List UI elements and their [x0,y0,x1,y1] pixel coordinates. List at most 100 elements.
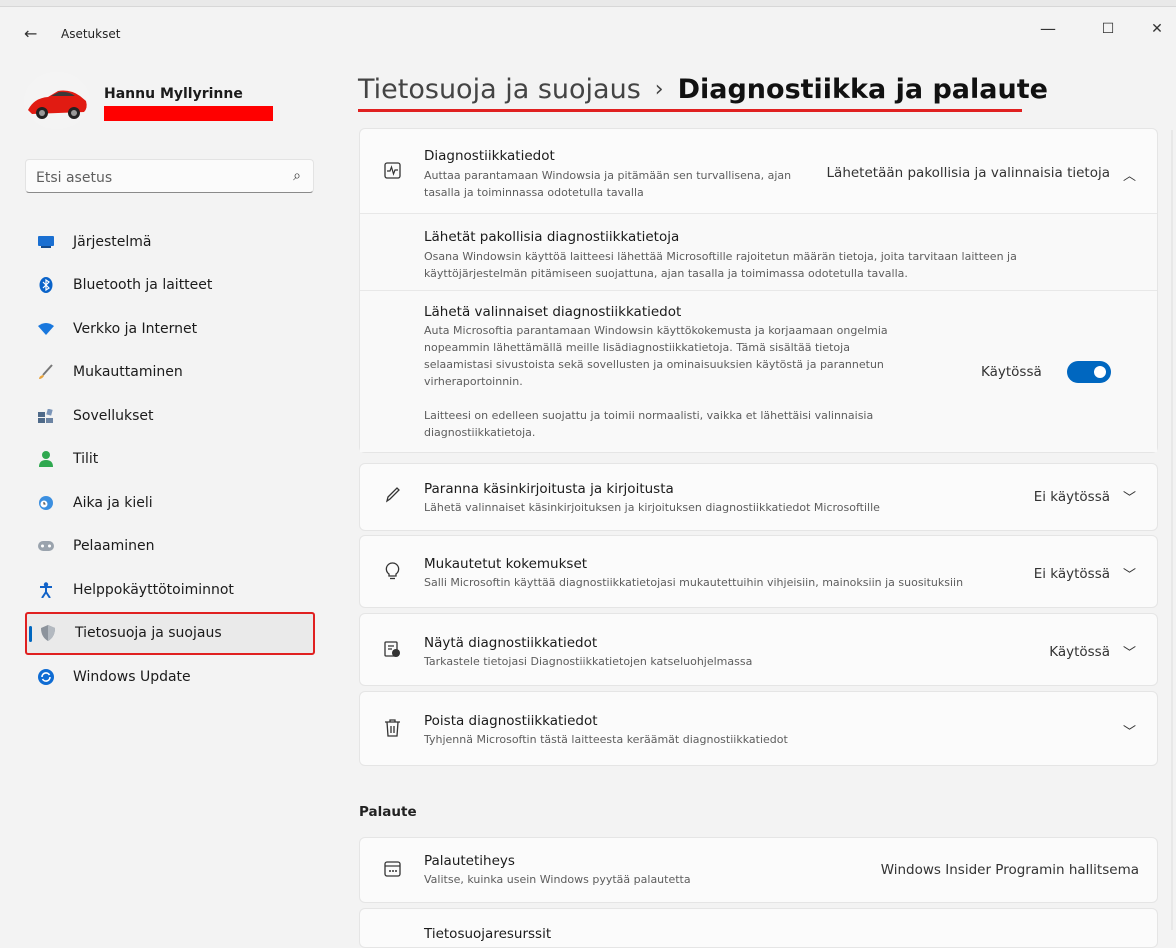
privacy-resources-title: Tietosuojaresurssit [424,926,552,942]
feedback-section-heading: Palaute [359,804,417,820]
required-data-desc-line2: käyttöjärjestelmän pitämiseen suojattuna… [424,267,908,280]
sidebar-item-label: Tilit [73,451,99,468]
optional-data-desc-line4: virheraportoinnin. [424,375,523,388]
handwriting-state: Ei käytössä [1033,489,1110,505]
search-placeholder: Etsi asetus [36,170,113,186]
chevron-down-icon[interactable]: ﹀ [1123,564,1136,583]
page-title: Diagnostiikka ja palaute [677,74,1048,105]
viewer-state: Käytössä [1049,644,1110,660]
tailored-title: Mukautetut kokemukset [424,556,588,572]
sidebar-item-network[interactable]: Verkko ja Internet [25,307,315,351]
windows-update-icon [38,668,54,685]
app-title: Asetukset [61,27,121,41]
scrollbar[interactable] [1171,130,1173,930]
optional-data-note-line2: diagnostiikkatietoja. [424,426,536,439]
sidebar-item-bluetooth[interactable]: Bluetooth ja laitteet [25,264,315,308]
diagnostic-data-title: Diagnostiikkatiedot [424,148,555,164]
activity-icon [384,162,401,184]
viewer-desc: Tarkastele tietojasi Diagnostiikkatietoj… [424,655,753,668]
diagnostic-data-state: Lähetetään pakollisia ja valinnaisia tie… [826,165,1110,181]
breadcrumb: Tietosuoja ja suojaus › Diagnostiikka ja p… [358,74,1048,105]
required-data-title: Lähetät pakollisia diagnostiikkatietoja [424,229,680,245]
trash-icon [384,719,401,742]
optional-data-desc-line3: selaamistasi sivustoista sekä sovelluste… [424,358,884,371]
sidebar-item-privacy-security[interactable]: Tietosuoja ja suojaus [25,611,315,655]
handwriting-title: Paranna käsinkirjoitusta ja kirjoitusta [424,481,674,497]
accessibility-icon [38,582,54,598]
optional-data-desc-line2: nopeammin lähettämällä meille lisädiagno… [424,341,850,354]
sidebar-item-accessibility[interactable]: Helppokäyttötoiminnot [25,568,315,612]
calendar-icon [384,860,401,882]
feedback-frequency-state: Windows Insider Programin hallitsema [880,862,1139,878]
privacy-resources-card[interactable]: Tietosuojaresurssit [359,908,1158,948]
shield-icon [40,625,56,642]
handwriting-card[interactable]: Paranna käsinkirjoitusta ja kirjoitusta … [359,463,1158,531]
sidebar-item-accounts[interactable]: Tilit [25,438,315,482]
delete-desc: Tyhjennä Microsoftin tästä laitteesta ke… [424,733,788,746]
title-underline-annotation [358,109,1022,112]
sidebar-item-system[interactable]: Järjestelmä [25,220,315,264]
optional-data-desc-line1: Auta Microsoftia parantamaan Windowsin k… [424,324,888,337]
sidebar-item-label: Pelaaminen [73,538,155,555]
apps-icon [38,408,54,424]
breadcrumb-parent[interactable]: Tietosuoja ja suojaus [358,74,641,105]
optional-data-toggle-label: Käytössä [981,364,1042,380]
diagnostic-data-desc-line1: Auttaa parantamaan Windowsia ja pitämään… [424,169,792,182]
diagnostic-data-header[interactable]: Diagnostiikkatiedot Auttaa parantamaan W… [360,129,1157,213]
sidebar-item-label: Järjestelmä [73,233,152,250]
optional-data-toggle[interactable] [1067,361,1111,383]
feedback-frequency-card[interactable]: Palautetiheys Valitse, kuinka usein Wind… [359,837,1158,903]
chevron-down-icon[interactable]: ﹀ [1123,721,1136,740]
sidebar-item-gaming[interactable]: Pelaaminen [25,525,315,569]
tailored-desc: Salli Microsoftin käyttää diagnostiikkat… [424,576,964,589]
lightbulb-icon [384,562,401,585]
sidebar-item-personalization[interactable]: Mukauttaminen [25,351,315,395]
search-input[interactable]: Etsi asetus ⌕ [25,159,314,193]
system-icon [38,234,54,250]
tailored-state: Ei käytössä [1033,566,1110,582]
redaction-bar [104,106,273,121]
close-button[interactable]: ✕ [1140,16,1174,42]
tailored-experiences-card[interactable]: Mukautetut kokemukset Salli Microsoftin … [359,535,1158,608]
required-data-row: Lähetät pakollisia diagnostiikkatietoja … [360,214,1157,290]
sidebar-item-label: Sovellukset [73,407,154,424]
optional-data-row: Lähetä valinnaiset diagnostiikkatiedot A… [360,291,1157,452]
minimize-button[interactable]: — [1031,16,1065,42]
chevron-up-icon[interactable]: ︿ [1123,165,1136,184]
sidebar-item-label: Tietosuoja ja suojaus [75,625,222,642]
sidebar-item-time-language[interactable]: Aika ja kieli [25,481,315,525]
sidebar-item-label: Aika ja kieli [73,494,153,511]
breadcrumb-separator: › [654,77,664,102]
sidebar-item-windows-update[interactable]: Windows Update [25,655,315,699]
optional-data-title: Lähetä valinnaiset diagnostiikkatiedot [424,304,682,320]
required-data-desc-line1: Osana Windowsin käyttöä laitteesi lähett… [424,250,1017,263]
diagnostic-data-desc-line2: tasalla ja toiminnassa odotetulla tavall… [424,186,644,199]
back-arrow-icon[interactable]: ← [24,24,37,43]
handwriting-desc: Lähetä valinnaiset käsinkirjoituksen ja … [424,501,880,514]
sidebar-item-label: Helppokäyttötoiminnot [73,581,234,598]
view-diagnostic-data-card[interactable]: Näytä diagnostiikkatiedot Tarkastele tie… [359,613,1158,686]
chevron-down-icon[interactable]: ﹀ [1123,487,1136,506]
diagnostic-data-card: Diagnostiikkatiedot Auttaa parantamaan W… [359,128,1158,453]
sidebar-nav: Järjestelmä Bluetooth ja laitteet Verkko… [25,220,315,699]
account-icon [38,451,54,468]
time-language-icon [38,495,54,511]
brush-icon [38,364,54,380]
optional-data-note-line1: Laitteesi on edelleen suojattu ja toimii… [424,409,874,422]
gamepad-icon [38,538,54,554]
wifi-icon [38,321,54,337]
search-icon[interactable]: ⌕ [293,168,301,184]
maximize-button[interactable]: ☐ [1091,16,1125,42]
bluetooth-icon [38,277,54,294]
chevron-down-icon[interactable]: ﹀ [1123,642,1136,661]
viewer-title: Näytä diagnostiikkatiedot [424,635,598,651]
title-bar: ← Asetukset — ☐ ✕ [0,6,1176,56]
delete-title: Poista diagnostiikkatiedot [424,713,598,729]
delete-diagnostic-data-card[interactable]: Poista diagnostiikkatiedot Tyhjennä Micr… [359,691,1158,766]
avatar[interactable] [24,72,90,129]
sidebar-item-apps[interactable]: Sovellukset [25,394,315,438]
pen-icon [384,486,401,508]
viewer-icon [384,641,401,663]
sidebar-item-label: Windows Update [73,668,191,685]
sidebar-item-label: Verkko ja Internet [73,320,198,337]
